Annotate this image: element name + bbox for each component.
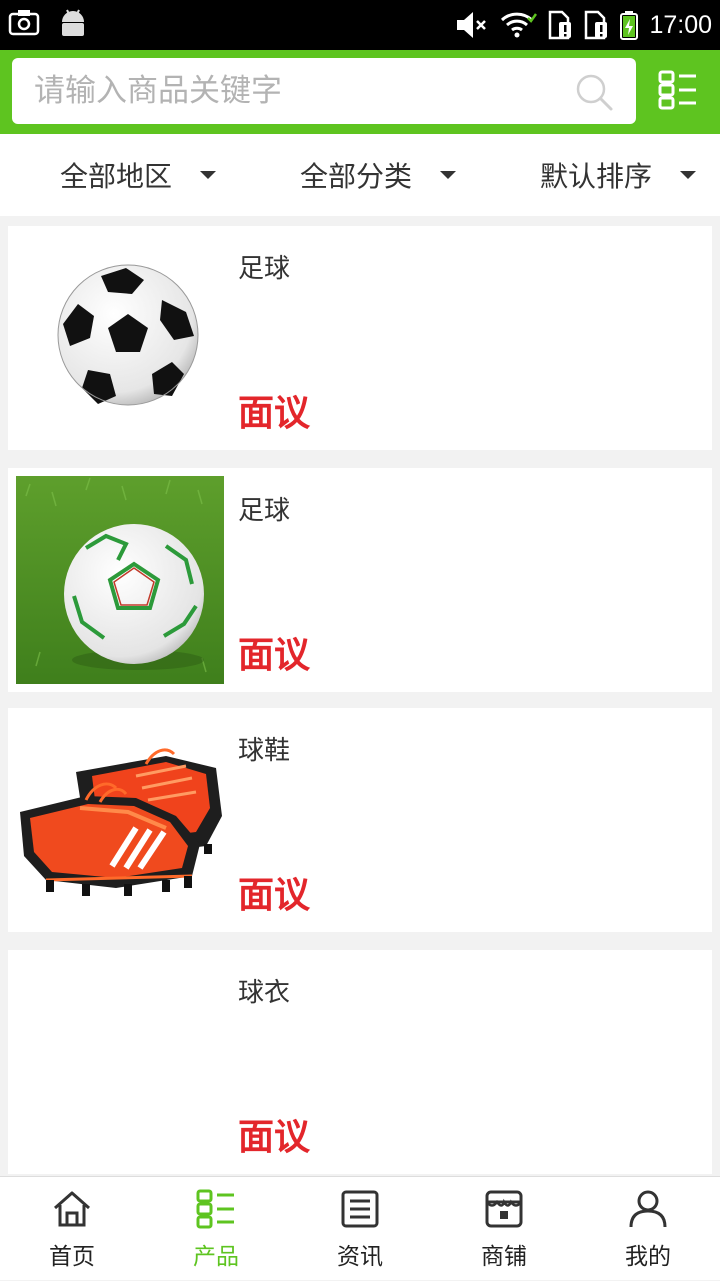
news-icon bbox=[341, 1190, 379, 1228]
product-price: 面议 bbox=[238, 875, 311, 916]
home-icon bbox=[54, 1191, 90, 1227]
filter-category[interactable]: 全部分类 bbox=[300, 134, 457, 216]
product-card[interactable]: 球鞋 面议 bbox=[8, 708, 712, 932]
filter-sort[interactable]: 默认排序 bbox=[540, 134, 697, 216]
product-image bbox=[16, 476, 224, 684]
status-bar: 17:00 bbox=[0, 0, 720, 50]
nav-item-home[interactable]: 首页 bbox=[0, 1177, 144, 1281]
product-name: 足球 bbox=[238, 496, 291, 526]
filter-region-label: 全部地区 bbox=[60, 160, 173, 193]
filter-category-label: 全部分类 bbox=[300, 160, 413, 193]
wifi-icon bbox=[501, 12, 538, 38]
nav-label-me: 我的 bbox=[625, 1244, 671, 1270]
screenshot-icon bbox=[8, 10, 40, 36]
product-card[interactable]: 球衣 面议 bbox=[8, 950, 712, 1174]
search-icon[interactable] bbox=[574, 72, 614, 112]
category-menu-icon[interactable] bbox=[658, 70, 698, 110]
nav-label-news: 资讯 bbox=[337, 1244, 383, 1270]
caret-down-icon bbox=[680, 171, 697, 179]
product-card[interactable]: 足球 面议 bbox=[8, 468, 712, 692]
product-price: 面议 bbox=[238, 393, 311, 434]
filter-sort-label: 默认排序 bbox=[540, 160, 653, 193]
battery-charging-icon bbox=[620, 11, 639, 40]
product-image bbox=[16, 234, 224, 442]
nav-item-me[interactable]: 我的 bbox=[576, 1177, 720, 1281]
mute-icon bbox=[457, 12, 487, 38]
product-price: 面议 bbox=[238, 635, 311, 676]
product-price: 面议 bbox=[238, 1117, 311, 1158]
bottom-nav: 首页 产品 资讯 商铺 我的 bbox=[0, 1176, 720, 1280]
product-card[interactable]: 足球 面议 bbox=[8, 226, 712, 450]
product-image bbox=[16, 716, 224, 924]
nav-item-shop[interactable]: 商铺 bbox=[432, 1177, 576, 1281]
nav-label-shop: 商铺 bbox=[481, 1244, 527, 1270]
product-name: 足球 bbox=[238, 254, 291, 284]
nav-label-products: 产品 bbox=[193, 1244, 239, 1270]
sim-alert-icon bbox=[549, 10, 572, 40]
product-name: 球鞋 bbox=[238, 736, 291, 766]
search-input[interactable] bbox=[12, 58, 572, 124]
caret-down-icon bbox=[200, 171, 217, 179]
shop-icon bbox=[485, 1190, 523, 1228]
product-image bbox=[16, 958, 224, 1166]
android-icon bbox=[62, 9, 84, 36]
filter-region[interactable]: 全部地区 bbox=[60, 134, 217, 216]
product-name: 球衣 bbox=[238, 978, 291, 1008]
filter-bar: 全部地区 全部分类 默认排序 bbox=[0, 134, 720, 216]
nav-item-news[interactable]: 资讯 bbox=[288, 1177, 432, 1281]
product-list-icon bbox=[196, 1189, 234, 1229]
nav-item-products[interactable]: 产品 bbox=[144, 1177, 288, 1281]
user-icon bbox=[629, 1190, 667, 1228]
sim-alert-icon bbox=[585, 10, 608, 40]
status-time: 17:00 bbox=[649, 10, 712, 39]
search-header bbox=[0, 50, 720, 134]
search-box[interactable] bbox=[12, 58, 636, 124]
nav-label-home: 首页 bbox=[49, 1244, 95, 1270]
caret-down-icon bbox=[440, 171, 457, 179]
